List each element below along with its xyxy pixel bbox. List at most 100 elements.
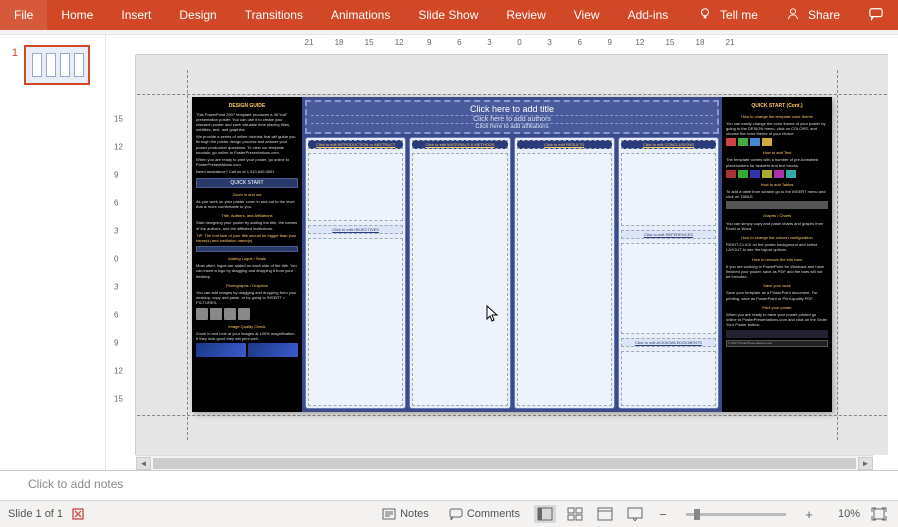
slide-sorter-view-button[interactable]	[564, 505, 586, 523]
tab-home[interactable]: Home	[47, 0, 107, 30]
zoom-out-button[interactable]: −	[654, 507, 672, 522]
zoom-in-button[interactable]: +	[800, 507, 818, 522]
tab-addins[interactable]: Add-ins	[614, 0, 683, 30]
tab-design[interactable]: Design	[165, 0, 230, 30]
guide-subhead: Print your poster	[726, 305, 828, 310]
poster-body[interactable]: Click here to add title Click here to ad…	[302, 97, 722, 412]
comments-toggle-button[interactable]: Comments	[443, 506, 526, 522]
tab-animations[interactable]: Animations	[317, 0, 404, 30]
ruler-tick: 15	[114, 395, 123, 404]
ruler-tick: 12	[114, 143, 123, 152]
ruler-tick: 21	[305, 38, 314, 47]
column-header[interactable]: Click to edit RESULTS	[517, 140, 612, 149]
guide-subhead: How to remove the info bars	[726, 257, 828, 262]
ruler-tick: 3	[114, 227, 118, 236]
normal-view-button[interactable]	[534, 505, 556, 523]
poster-column-3[interactable]: Click to edit RESULTS	[514, 137, 615, 409]
notes-toggle-button[interactable]: Notes	[376, 506, 435, 522]
design-guide-heading: DESIGN GUIDE	[196, 103, 298, 110]
notes-placeholder: Click to add notes	[28, 477, 123, 491]
scroll-right-button[interactable]: ►	[858, 457, 873, 470]
slide-thumbnail-1[interactable]	[24, 45, 90, 85]
content-placeholder[interactable]	[308, 238, 403, 406]
guide-line[interactable]	[837, 70, 838, 440]
slide-thumbnail-pane[interactable]: 1	[0, 35, 106, 470]
content-placeholder[interactable]	[621, 153, 716, 226]
column-header[interactable]: Click to edit INTRODUCTION or ABSTRACT	[308, 140, 403, 149]
ruler-tick: 9	[114, 171, 118, 180]
guide-text: Start designing your poster by adding th…	[196, 220, 298, 230]
slideshow-view-button[interactable]	[624, 505, 646, 523]
column-header[interactable]: Click to edit CONCLUSIONS	[621, 140, 716, 149]
guide-line[interactable]	[187, 70, 188, 440]
ruler-tick: 18	[335, 38, 344, 47]
scroll-thumb[interactable]	[153, 458, 856, 469]
zoom-slider[interactable]	[686, 513, 786, 516]
ribbon: File Home Insert Design Transitions Anim…	[0, 0, 898, 30]
spellcheck-icon[interactable]	[71, 507, 87, 521]
notes-icon	[382, 508, 396, 520]
vertical-ruler[interactable]: 15 12 9 6 3 0 3 6 9 12 15	[106, 55, 136, 455]
sample-photos	[196, 308, 298, 320]
column-subheader[interactable]: Click to edit ACKNOWLEDGEMENTS	[621, 338, 716, 347]
ruler-tick: 0	[517, 38, 521, 47]
column-subheader[interactable]: Click to edit REFERENCES	[621, 230, 716, 239]
scroll-left-button[interactable]: ◄	[136, 457, 151, 470]
horizontal-scrollbar[interactable]: ◄ ►	[136, 455, 873, 470]
ruler-tick: 0	[114, 255, 118, 264]
content-placeholder[interactable]	[621, 243, 716, 334]
authors-text: Click here to add authors	[311, 115, 713, 124]
tab-slideshow[interactable]: Slide Show	[404, 0, 492, 30]
guide-text: The template comes with a number of pre-…	[726, 157, 828, 167]
column-subheader[interactable]: Click to edit OBJECTIVES	[308, 225, 403, 234]
zoom-percent[interactable]: 10%	[826, 508, 860, 520]
guide-text: We provide a series of online tutorials …	[196, 134, 298, 155]
sample-table	[726, 201, 828, 209]
tell-me[interactable]: Tell me	[684, 0, 772, 30]
ruler-tick: 3	[547, 38, 551, 47]
tell-me-label: Tell me	[720, 8, 758, 22]
guide-line[interactable]	[136, 94, 888, 95]
poster-slide[interactable]: DESIGN GUIDE This PowerPoint 2007 templa…	[192, 97, 832, 412]
comment-icon	[449, 508, 463, 520]
ruler-tick: 9	[427, 38, 431, 47]
ruler-tick: 6	[577, 38, 581, 47]
guide-text: Most often, logos are added on each side…	[196, 263, 298, 279]
content-placeholder[interactable]	[412, 153, 507, 406]
tab-view[interactable]: View	[560, 0, 614, 30]
scroll-track[interactable]	[151, 457, 858, 470]
poster-right-guide[interactable]: QUICK START (Cont.) How to change the te…	[722, 97, 832, 412]
horizontal-ruler[interactable]: 21 18 15 12 9 6 3 0 3 6 9 12 15 18 21	[136, 35, 888, 55]
tab-transitions[interactable]: Transitions	[231, 0, 317, 30]
guide-text: When you are ready to print your poster,…	[196, 157, 298, 167]
ribbon-comments-button[interactable]	[854, 0, 898, 30]
content-placeholder[interactable]	[308, 153, 403, 221]
tab-review[interactable]: Review	[492, 0, 559, 30]
content-placeholder[interactable]	[621, 351, 716, 406]
slide-canvas[interactable]: DESIGN GUIDE This PowerPoint 2007 templa…	[136, 55, 888, 455]
poster-title-placeholder[interactable]: Click here to add title Click here to ad…	[305, 100, 719, 134]
reading-view-button[interactable]	[594, 505, 616, 523]
guide-subhead: Photographs / Graphics	[196, 283, 298, 288]
guide-text: Save your template as a PowerPoint docum…	[726, 290, 828, 300]
poster-column-1[interactable]: Click to edit INTRODUCTION or ABSTRACT C…	[305, 137, 406, 409]
tab-file[interactable]: File	[0, 0, 47, 30]
ruler-tick: 12	[114, 367, 123, 376]
guide-subhead: Save your work	[726, 283, 828, 288]
fit-to-window-button[interactable]	[868, 505, 890, 523]
zoom-slider-knob[interactable]	[694, 509, 700, 520]
guide-text: To add a table from scratch go to the IN…	[726, 189, 828, 199]
poster-column-2[interactable]: Click to edit MATERIALS & METHODS	[409, 137, 510, 409]
notes-pane[interactable]: Click to add notes	[0, 470, 898, 500]
poster-column-4[interactable]: Click to edit CONCLUSIONS Click to edit …	[618, 137, 719, 409]
poster-left-guide[interactable]: DESIGN GUIDE This PowerPoint 2007 templa…	[192, 97, 302, 412]
share-button[interactable]: Share	[772, 0, 854, 30]
ruler-tick: 3	[487, 38, 491, 47]
content-placeholder[interactable]	[517, 153, 612, 406]
tab-insert[interactable]: Insert	[107, 0, 165, 30]
slide-counter[interactable]: Slide 1 of 1	[8, 508, 63, 520]
ruler-tick: 12	[395, 38, 404, 47]
guide-line[interactable]	[136, 415, 888, 416]
column-header[interactable]: Click to edit MATERIALS & METHODS	[412, 140, 507, 149]
workspace: 1 21 18 15 12 9 6 3 0 3 6 9 12 15 18 21 …	[0, 35, 898, 470]
